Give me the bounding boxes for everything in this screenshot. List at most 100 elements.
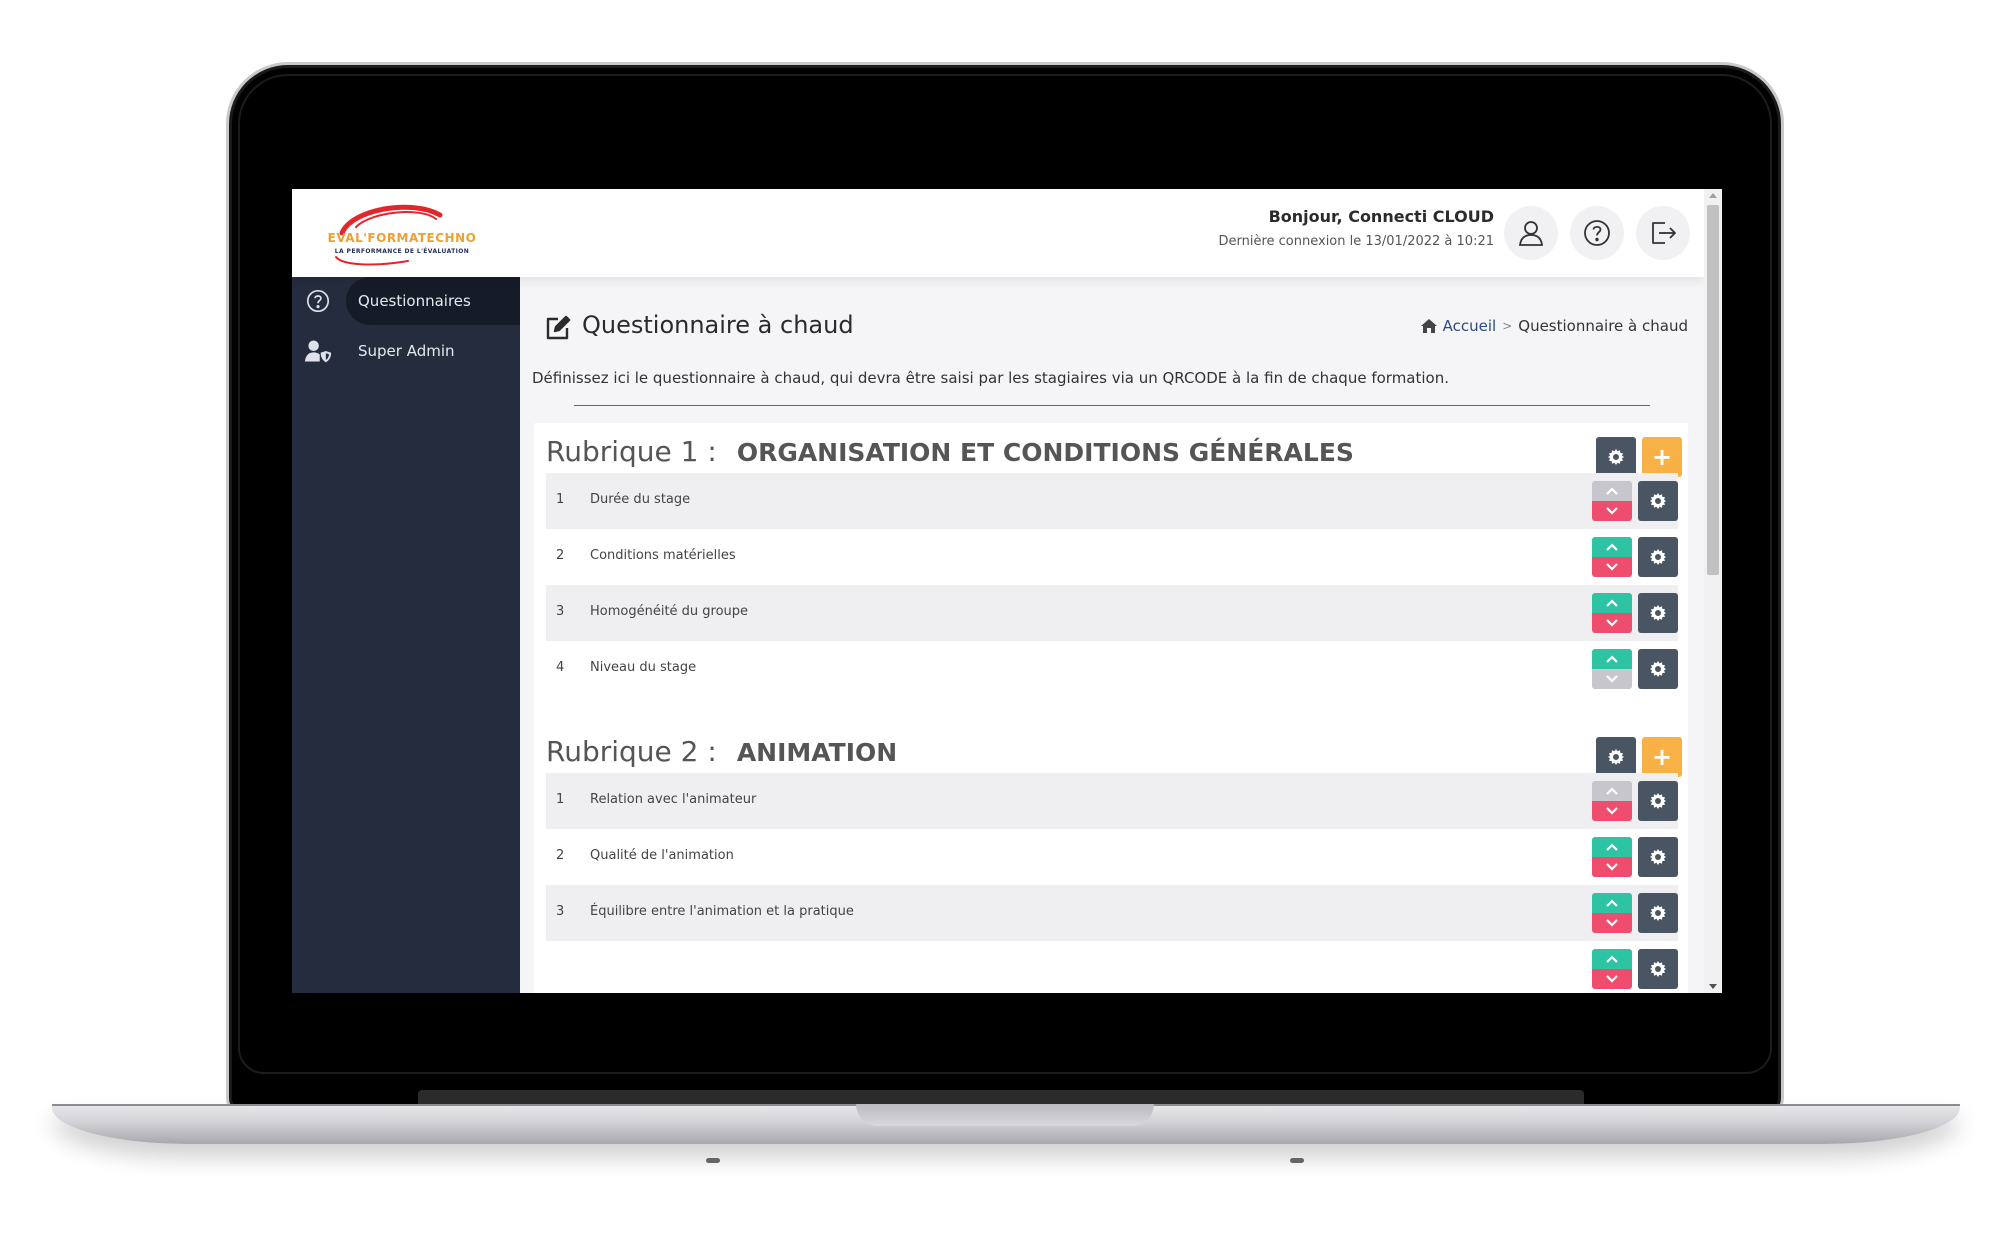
- user-icon: [1518, 221, 1544, 246]
- chevron-up-icon: [1606, 543, 1618, 551]
- rubrique-name: ORGANISATION ET CONDITIONS GÉNÉRALES: [736, 438, 1354, 467]
- chevron-down-icon: [1606, 675, 1618, 683]
- move-down-button[interactable]: [1592, 857, 1632, 877]
- question-number: 2: [556, 548, 565, 563]
- reorder-control: [1592, 649, 1632, 689]
- chevron-up-icon: [1606, 599, 1618, 607]
- question-settings-button[interactable]: [1638, 837, 1678, 877]
- reorder-control: [1592, 949, 1632, 989]
- question-number: 1: [556, 492, 565, 507]
- question-settings-button[interactable]: [1638, 949, 1678, 989]
- table-row: 1 Durée du stage: [546, 473, 1678, 529]
- question-label: Qualité de l'animation: [590, 848, 734, 863]
- chevron-down-icon: [1606, 863, 1618, 871]
- chevron-up-icon: [1606, 843, 1618, 851]
- chevron-down-icon: [1606, 619, 1618, 627]
- question-settings-button[interactable]: [1638, 593, 1678, 633]
- chevron-up-icon: [1606, 487, 1618, 495]
- logout-icon: [1652, 222, 1676, 244]
- question-settings-button[interactable]: [1638, 481, 1678, 521]
- chevron-up-icon: [1606, 955, 1618, 963]
- sidebar-item-super-admin[interactable]: Super Admin: [292, 327, 520, 375]
- chevron-up-icon: [1606, 899, 1618, 907]
- sidebar-item-label: Super Admin: [358, 342, 455, 360]
- question-number: 2: [556, 848, 565, 863]
- reorder-control: [1592, 481, 1632, 521]
- move-down-button[interactable]: [1592, 613, 1632, 633]
- edit-icon: [546, 315, 571, 340]
- table-row: 4 Niveau du stage: [546, 641, 1678, 697]
- chevron-down-icon: [1606, 807, 1618, 815]
- question-settings-button[interactable]: [1638, 893, 1678, 933]
- rubrique-label: Rubrique 2 :: [546, 735, 717, 768]
- move-up-button[interactable]: [1592, 593, 1632, 613]
- rubrique-title: Rubrique 1 : ORGANISATION ET CONDITIONS …: [546, 435, 1354, 468]
- reorder-control: [1592, 781, 1632, 821]
- gear-icon: [1650, 905, 1666, 921]
- move-down-button[interactable]: [1592, 913, 1632, 933]
- move-up-button[interactable]: [1592, 837, 1632, 857]
- reorder-control: [1592, 593, 1632, 633]
- page-scrollbar[interactable]: [1704, 189, 1722, 993]
- question-label: Relation avec l'animateur: [590, 792, 757, 807]
- question-settings-button[interactable]: [1638, 649, 1678, 689]
- rubrique-title: Rubrique 2 : ANIMATION: [546, 735, 897, 768]
- table-row: 2 Qualité de l'animation: [546, 829, 1678, 885]
- chevron-down-icon: [1606, 563, 1618, 571]
- table-row: 2 Conditions matérielles: [546, 529, 1678, 585]
- chevron-down-icon: [1606, 919, 1618, 927]
- divider: [574, 405, 1650, 406]
- scroll-up-arrow[interactable]: [1709, 193, 1717, 198]
- reorder-control: [1592, 893, 1632, 933]
- scroll-thumb[interactable]: [1707, 205, 1719, 575]
- question-label: Homogénéité du groupe: [590, 604, 749, 619]
- question-label: Équilibre entre l'animation et la pratiq…: [590, 904, 854, 919]
- move-down-button[interactable]: [1592, 557, 1632, 577]
- rubrique-settings-button[interactable]: [1596, 737, 1636, 777]
- reorder-control: [1592, 537, 1632, 577]
- gear-icon: [1650, 605, 1666, 621]
- breadcrumb: Accueil > Questionnaire à chaud: [1420, 317, 1688, 335]
- table-row: 3 Équilibre entre l'animation et la prat…: [546, 885, 1678, 941]
- chevron-up-icon: [1606, 787, 1618, 795]
- help-button[interactable]: [1570, 206, 1624, 260]
- main-content: Questionnaire à chaud Accueil > Question…: [520, 277, 1704, 993]
- move-down-button[interactable]: [1592, 801, 1632, 821]
- sidebar-item-questionnaires[interactable]: Questionnaires: [292, 277, 520, 325]
- logout-button[interactable]: [1636, 206, 1690, 260]
- gear-icon: [1608, 449, 1624, 465]
- gear-icon: [1650, 849, 1666, 865]
- move-up-button: [1592, 781, 1632, 801]
- rubrique-settings-button[interactable]: [1596, 437, 1636, 477]
- add-question-button[interactable]: +: [1642, 737, 1682, 777]
- move-up-button[interactable]: [1592, 537, 1632, 557]
- table-row: 3 Homogénéité du groupe: [546, 585, 1678, 641]
- page-title: Questionnaire à chaud: [582, 311, 854, 339]
- home-icon: [1420, 319, 1437, 333]
- logo-text: EVAL'FORMATECHNO: [327, 231, 477, 245]
- user-info: Bonjour, Connecti CLOUD Dernière connexi…: [1218, 207, 1494, 249]
- move-up-button[interactable]: [1592, 649, 1632, 669]
- scroll-down-arrow[interactable]: [1709, 984, 1717, 989]
- chevron-down-icon: [1606, 975, 1618, 983]
- add-question-button[interactable]: +: [1642, 437, 1682, 477]
- question-settings-button[interactable]: [1638, 537, 1678, 577]
- table-row: 1 Relation avec l'animateur: [546, 773, 1678, 829]
- move-down-button[interactable]: [1592, 969, 1632, 989]
- sidebar-item-label: Questionnaires: [358, 292, 471, 310]
- move-up-button[interactable]: [1592, 893, 1632, 913]
- chevron-up-icon: [1606, 655, 1618, 663]
- question-label: Durée du stage: [590, 492, 691, 507]
- gear-icon: [1650, 493, 1666, 509]
- breadcrumb-home-link[interactable]: Accueil: [1443, 317, 1497, 335]
- chevron-down-icon: [1606, 507, 1618, 515]
- move-up-button[interactable]: [1592, 949, 1632, 969]
- profile-button[interactable]: [1504, 206, 1558, 260]
- question-circle-icon: [304, 287, 332, 315]
- gear-icon: [1650, 793, 1666, 809]
- help-icon: [1584, 220, 1610, 246]
- question-settings-button[interactable]: [1638, 781, 1678, 821]
- move-down-button[interactable]: [1592, 501, 1632, 521]
- logo[interactable]: EVAL'FORMATECHNO LA PERFORMANCE DE L'ÉVA…: [312, 197, 492, 269]
- rubrique-label: Rubrique 1 :: [546, 435, 717, 468]
